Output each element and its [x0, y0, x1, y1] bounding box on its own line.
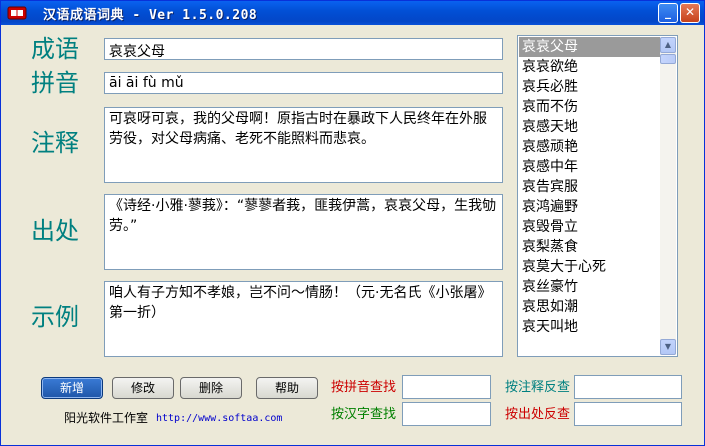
- help-button[interactable]: 帮助: [256, 377, 318, 399]
- explanation-textarea[interactable]: 可哀呀可哀，我的父母啊！原指古时在暴政下人民终年在外服劳役，对父母病痛、老死不能…: [104, 107, 503, 183]
- source-label: 出处: [31, 217, 79, 245]
- scroll-down-icon: ▼: [664, 342, 672, 351]
- list-item[interactable]: 哀哀欲绝: [519, 57, 660, 77]
- list-item[interactable]: 哀感天地: [519, 117, 660, 137]
- scroll-up-icon: ▲: [664, 40, 672, 49]
- scroll-down-button[interactable]: ▼: [660, 339, 676, 355]
- scroll-up-button[interactable]: ▲: [660, 37, 676, 53]
- close-button[interactable]: ✕: [680, 3, 700, 23]
- search-by-char-input[interactable]: [402, 402, 491, 426]
- list-item[interactable]: 哀丝豪竹: [519, 277, 660, 297]
- minimize-icon: _: [665, 5, 671, 19]
- list-item[interactable]: 哀而不伤: [519, 97, 660, 117]
- idiom-label: 成语: [31, 35, 79, 63]
- list-item[interactable]: 哀哀父母: [519, 37, 660, 57]
- window-title: 汉语成语词典 - Ver 1.5.0.208: [43, 8, 258, 23]
- delete-button[interactable]: 删除: [180, 377, 242, 399]
- idiom-field[interactable]: 哀哀父母: [104, 38, 503, 60]
- list-scrollbar[interactable]: ▲ ▼: [660, 37, 676, 355]
- search-by-pinyin-label: 按拼音查找: [331, 380, 397, 395]
- search-by-pinyin-input[interactable]: [402, 375, 491, 399]
- example-label: 示例: [31, 303, 79, 331]
- company-name: 阳光软件工作室: [64, 411, 149, 425]
- list-item[interactable]: 哀莫大于心死: [519, 257, 660, 277]
- source-textarea[interactable]: 《诗经·小雅·蓼莪》：“蓼蓼者莪，匪莪伊蒿，哀哀父母，生我劬劳。”: [104, 194, 503, 270]
- list-item[interactable]: 哀鸿遍野: [519, 197, 660, 217]
- minimize-button[interactable]: _: [658, 3, 678, 23]
- reverse-by-source-label: 按出处反查: [505, 407, 571, 422]
- new-button[interactable]: 新增: [41, 377, 103, 399]
- list-item[interactable]: 哀毁骨立: [519, 217, 660, 237]
- reverse-by-explanation-input[interactable]: [574, 375, 682, 399]
- website-link[interactable]: http://www.softaa.com: [156, 412, 282, 426]
- app-window: 汉语成语词典 - Ver 1.5.0.208 _ ✕ 成语 拼音 注释 出处 示…: [0, 0, 705, 446]
- list-item[interactable]: 哀兵必胜: [519, 77, 660, 97]
- example-textarea[interactable]: 咱人有子方知不孝娘，岂不问～情肠！（元·无名氏《小张屠》第一折）: [104, 281, 503, 357]
- search-by-char-label: 按汉字查找: [331, 407, 397, 422]
- list-item[interactable]: 哀感中年: [519, 157, 660, 177]
- pinyin-field[interactable]: āi āi fù mǔ: [104, 72, 503, 94]
- scroll-thumb[interactable]: [660, 54, 676, 64]
- list-item[interactable]: 哀梨蒸食: [519, 237, 660, 257]
- idiom-list: 哀哀父母 哀哀欲绝 哀兵必胜 哀而不伤 哀感天地 哀感顽艳 哀感中年 哀告宾服 哀鸿遍野 哀毁骨立…: [519, 37, 660, 337]
- close-icon: ✕: [684, 5, 696, 19]
- edit-button[interactable]: 修改: [112, 377, 174, 399]
- list-item[interactable]: 哀天叫地: [519, 317, 660, 337]
- title-bar[interactable]: 汉语成语词典 - Ver 1.5.0.208 _ ✕: [1, 1, 704, 25]
- explanation-label: 注释: [31, 129, 79, 157]
- reverse-by-source-input[interactable]: [574, 402, 682, 426]
- pinyin-label: 拼音: [31, 69, 79, 97]
- list-item[interactable]: 哀告宾服: [519, 177, 660, 197]
- list-item[interactable]: 哀感顽艳: [519, 137, 660, 157]
- book-icon: [7, 6, 27, 20]
- idiom-listbox[interactable]: 哀哀父母 哀哀欲绝 哀兵必胜 哀而不伤 哀感天地 哀感顽艳 哀感中年 哀告宾服 哀鸿遍野 哀毁骨立…: [517, 35, 678, 357]
- reverse-by-explanation-label: 按注释反查: [505, 380, 571, 395]
- list-item[interactable]: 哀思如潮: [519, 297, 660, 317]
